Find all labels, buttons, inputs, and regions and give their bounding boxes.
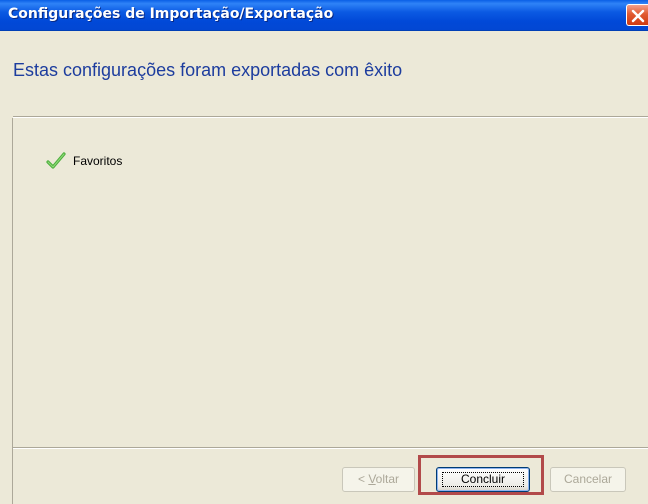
header-divider [13,116,648,118]
back-label: oltar [375,472,400,486]
highlight-box [418,455,544,495]
cancel-button[interactable]: Cancelar [550,467,626,492]
list-item-favorites: Favoritos [73,154,123,168]
wizard-header: Estas configurações foram exportadas com… [0,31,648,117]
back-prefix: < [357,472,369,486]
check-icon [46,152,66,169]
footer-divider [13,447,648,449]
back-mnemonic: V [368,472,376,486]
title-bar[interactable]: Configurações de Importação/Exportação [0,0,648,31]
close-icon [631,9,645,23]
cancel-label: Cancelar [563,472,613,486]
back-button[interactable]: < Voltar [342,467,415,492]
window-title: Configurações de Importação/Exportação [8,6,334,22]
close-button[interactable] [626,4,648,26]
header-message: Estas configurações foram exportadas com… [13,60,403,80]
